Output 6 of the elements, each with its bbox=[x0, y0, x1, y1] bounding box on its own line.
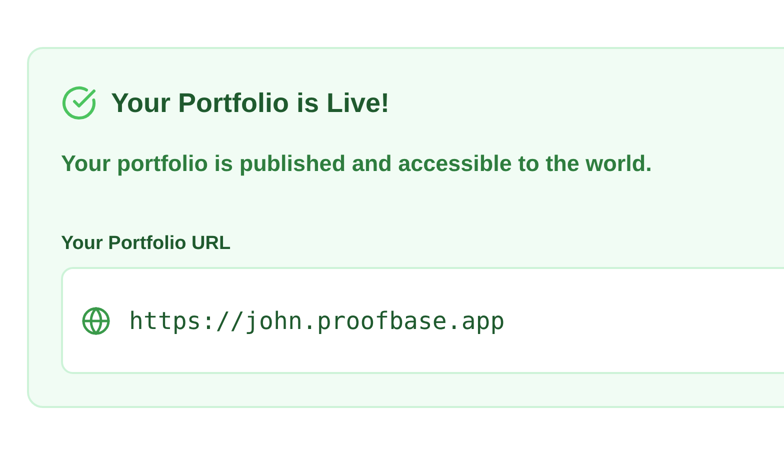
card-title: Your Portfolio is Live! bbox=[111, 88, 390, 118]
check-circle-icon bbox=[61, 85, 97, 121]
card-description: Your portfolio is published and accessible to the world. bbox=[61, 151, 653, 177]
url-field[interactable]: https://john.proofbase.app bbox=[61, 267, 784, 374]
url-label: Your Portfolio URL bbox=[61, 233, 232, 255]
globe-icon bbox=[81, 306, 111, 336]
